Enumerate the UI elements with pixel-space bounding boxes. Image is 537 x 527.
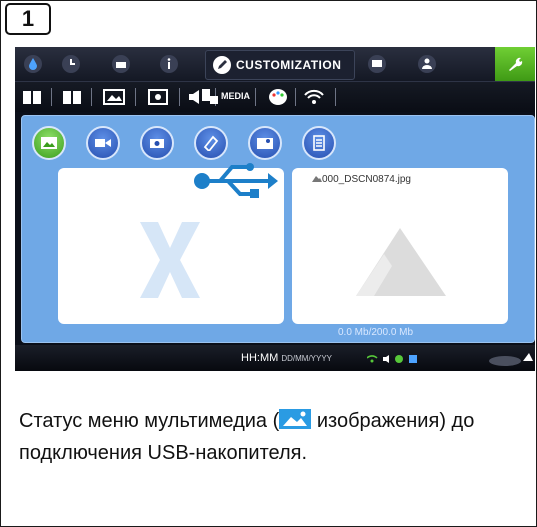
drop-icon[interactable]	[23, 54, 43, 74]
tab-customization[interactable]: CUSTOMIZATION	[205, 50, 355, 80]
status-bar: HH:MM DD/MM/YYYY	[15, 345, 535, 371]
media-content-area: 000_DSCN0874.jpg 0.0 Mb/200.0 Mb	[21, 115, 535, 343]
x-icon	[140, 222, 200, 298]
top-tab-bar: CUSTOMIZATION	[15, 47, 535, 81]
usb-icon	[194, 163, 278, 198]
image-icon[interactable]	[103, 87, 125, 107]
wrench-icon	[509, 57, 523, 71]
eject-icon[interactable]	[489, 349, 533, 367]
divider	[335, 88, 336, 106]
file-name-text: 000_DSCN0874.jpg	[322, 174, 411, 185]
book-icon[interactable]	[61, 87, 83, 107]
divider	[295, 88, 296, 106]
file-name: 000_DSCN0874.jpg	[312, 174, 411, 185]
category-music-button[interactable]	[248, 126, 282, 160]
instruction-card: 1 CUSTOMIZATION MEDIA 000_DSCN0874.jpg 0…	[0, 0, 537, 527]
category-audio-button[interactable]	[140, 126, 174, 160]
person-icon[interactable]	[417, 54, 437, 74]
caption-text: Статус меню мультимедиа ( изображения) д…	[19, 405, 519, 469]
device-screen: CUSTOMIZATION MEDIA 000_DSCN0874.jpg 0.0…	[15, 47, 535, 371]
step-number-badge: 1	[5, 3, 51, 35]
settings-tab[interactable]	[495, 47, 535, 81]
category-image-button[interactable]	[32, 126, 66, 160]
divider	[91, 88, 92, 106]
music-icon	[257, 138, 273, 149]
book-icon[interactable]	[21, 87, 43, 107]
palette-icon[interactable]	[267, 87, 289, 107]
clock-icon[interactable]	[61, 54, 81, 74]
divider	[51, 88, 52, 106]
sub-tab-bar: MEDIA	[15, 81, 535, 112]
storage-usage: 0.0 Mb/200.0 Mb	[338, 327, 414, 338]
image-placeholder-icon	[356, 228, 446, 296]
wifi-icon[interactable]	[303, 87, 325, 107]
image-icon	[41, 137, 57, 149]
divider	[255, 88, 256, 106]
grid-icon	[313, 135, 325, 151]
media-tab-label[interactable]: MEDIA	[221, 91, 250, 101]
audio-icon	[150, 139, 164, 148]
caption-before: Статус меню мультимедиа (	[19, 410, 280, 432]
usb-status-panel	[58, 163, 284, 324]
clock-display: HH:MM DD/MM/YYYY	[241, 352, 332, 364]
printer-icon[interactable]	[111, 54, 131, 74]
frame-icon[interactable]	[147, 87, 169, 107]
image-icon	[312, 176, 322, 182]
clock-date: DD/MM/YYYY	[281, 354, 333, 363]
preview-panel: 000_DSCN0874.jpg	[292, 168, 508, 324]
tab-customization-label: CUSTOMIZATION	[236, 58, 342, 72]
clock-time: HH:MM	[241, 352, 279, 364]
category-other-button[interactable]	[302, 126, 336, 160]
divider	[135, 88, 136, 106]
category-video-button[interactable]	[86, 126, 120, 160]
monitor-icon[interactable]	[367, 54, 387, 74]
pencil-icon	[213, 56, 231, 74]
status-icons	[367, 355, 417, 363]
divider	[179, 88, 180, 106]
category-file-button[interactable]	[194, 126, 228, 160]
image-category-icon	[279, 409, 312, 429]
video-icon	[95, 139, 111, 147]
media-icon[interactable]	[199, 87, 221, 107]
file-icon	[203, 135, 219, 151]
info-icon[interactable]	[159, 54, 179, 74]
